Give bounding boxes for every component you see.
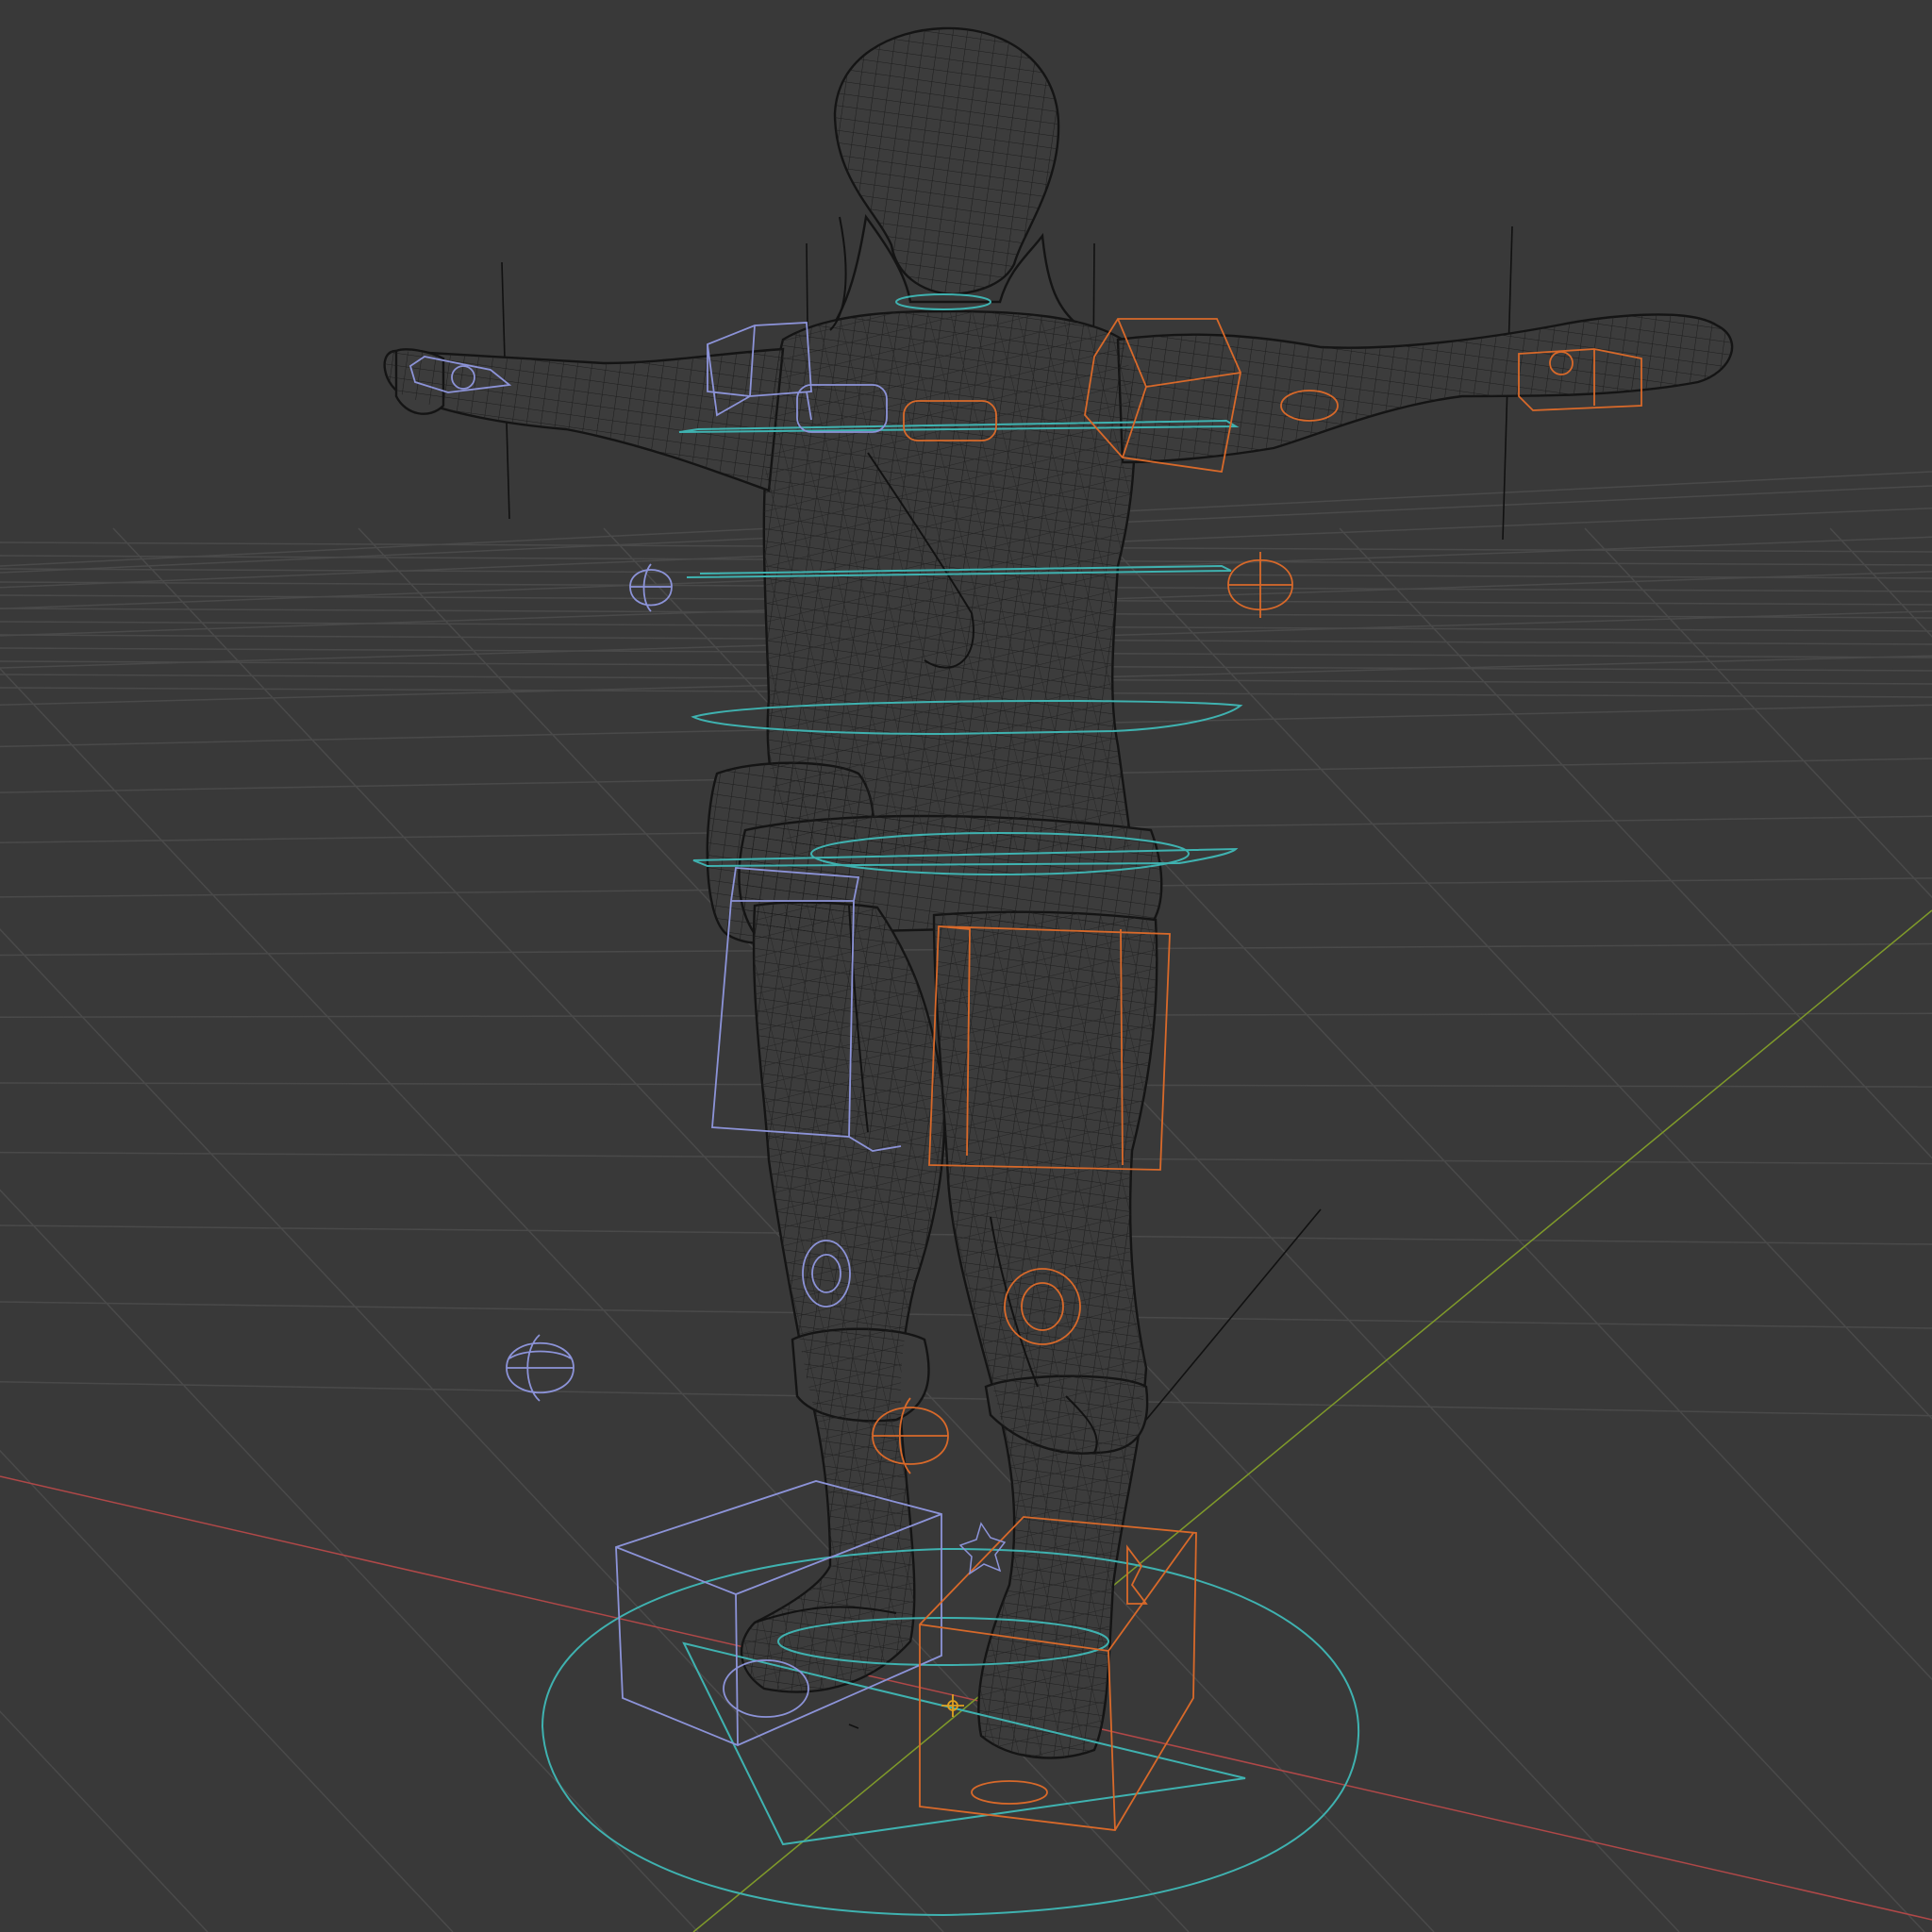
- right-toe-control[interactable]: [1126, 1544, 1148, 1605]
- grid-line: [0, 1380, 1932, 1417]
- root-circle-control[interactable]: [541, 1547, 1360, 1917]
- grid-line: [0, 1301, 1932, 1329]
- grid-line: [1829, 527, 1932, 638]
- grid-line: [0, 1710, 208, 1932]
- grid-line: [1584, 527, 1932, 899]
- grid-line: [1093, 527, 1932, 1420]
- 3d-viewport[interactable]: [0, 0, 1932, 1932]
- origin-marker: [941, 1694, 964, 1717]
- right-heel-control[interactable]: [971, 1780, 1048, 1805]
- mesh-wire-overlay: [384, 27, 1733, 1758]
- viewport-canvas[interactable]: [0, 0, 1932, 1932]
- grid-line: [1339, 527, 1932, 1159]
- character-mesh[interactable]: [383, 26, 1734, 1759]
- left-elbow-pole-control[interactable]: [629, 563, 673, 612]
